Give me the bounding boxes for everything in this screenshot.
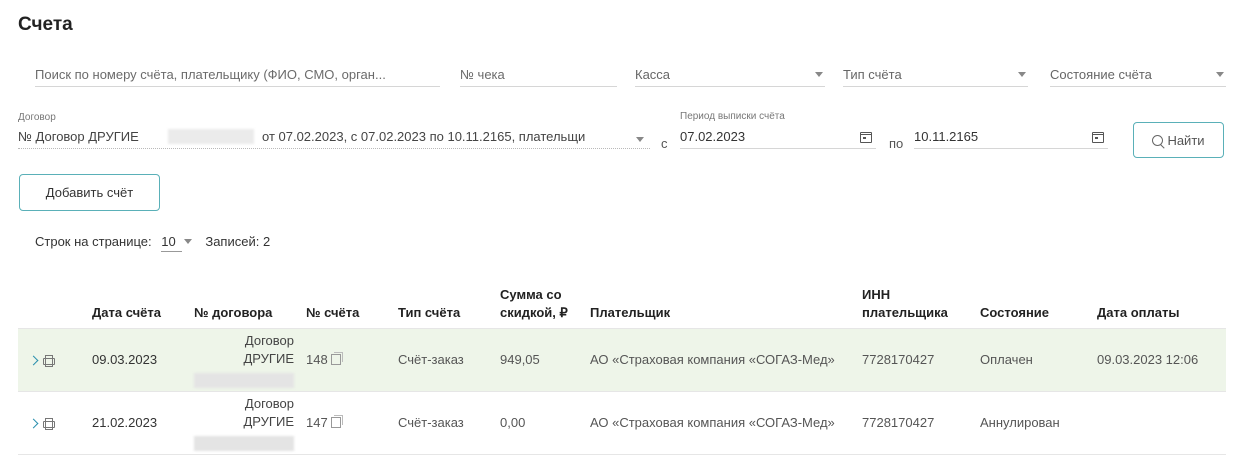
invoice-state: Аннулирован (974, 391, 1091, 455)
column-header[interactable]: Дата оплаты (1091, 276, 1226, 329)
payer-inn: 7728170427 (856, 328, 974, 392)
rows-per-page-select[interactable]: 10 (161, 234, 182, 252)
column-header[interactable]: Дата счёта (86, 276, 188, 329)
invoice-type: Счёт-заказ (392, 391, 494, 455)
date-from-value: 07.02.2023 (680, 129, 746, 144)
invoice-number-cell: 148 (300, 328, 392, 392)
chevron-down-icon (1216, 72, 1224, 77)
records-label: Записей: (205, 234, 260, 249)
search-icon (1152, 134, 1164, 146)
copy-icon[interactable] (330, 352, 343, 365)
records-count: 2 (262, 234, 271, 249)
invoice-number: 147 (306, 415, 328, 430)
from-label: с (661, 136, 668, 151)
cashbox-placeholder: Касса (635, 67, 671, 82)
contract-redacted (194, 373, 294, 388)
chevron-down-icon[interactable] (183, 239, 192, 244)
invoice-date: 09.03.2023 (86, 328, 188, 392)
invoice-number: 148 (306, 352, 328, 367)
chevron-down-icon (636, 137, 644, 142)
invoice-date: 21.02.2023 (86, 391, 188, 455)
find-button-label: Найти (1167, 132, 1205, 148)
contract-value-prefix: № Договор ДРУГИЕ (18, 129, 139, 144)
column-header[interactable]: № договора (188, 276, 300, 329)
paid-date: 09.03.2023 12:06 (1091, 328, 1226, 392)
invoice-number-cell: 147 (300, 391, 392, 455)
payer-inn: 7728170427 (856, 391, 974, 455)
check-number-field[interactable] (460, 64, 617, 87)
copy-icon[interactable] (330, 415, 343, 428)
contract-cell: Договор ДРУГИЕ (188, 328, 300, 392)
expand-chevron-icon[interactable] (28, 418, 39, 429)
table-row[interactable]: 09.03.2023 Договор ДРУГИЕ 148 Счёт-заказ… (18, 328, 1226, 392)
calendar-icon[interactable] (860, 132, 872, 143)
printer-icon[interactable] (43, 418, 55, 431)
find-button[interactable]: Найти (1133, 122, 1224, 158)
contract-line1: Договор (244, 333, 294, 348)
add-invoice-button[interactable]: Добавить счёт (19, 174, 160, 211)
column-header[interactable]: Состояние (974, 276, 1091, 329)
invoice-state: Оплачен (974, 328, 1091, 392)
contract-line2: ДРУГИЕ (243, 351, 294, 366)
contract-value-suffix: от 07.02.2023, с 07.02.2023 по 10.11.216… (262, 129, 586, 144)
check-number-input[interactable] (460, 64, 617, 84)
page-title: Счета (18, 14, 73, 35)
column-header[interactable]: Сумма со скидкой, ₽ (494, 276, 584, 329)
contract-select[interactable]: № Договор ДРУГИЕ от 07.02.2023, с 07.02.… (18, 126, 650, 149)
expand-column-header (18, 276, 86, 329)
expand-chevron-icon[interactable] (28, 355, 39, 366)
invoices-table: Дата счёта № договора № счёта Тип счёта … (18, 276, 1226, 455)
search-input[interactable] (35, 64, 440, 84)
payer: АО «Страховая компания «СОГАЗ-Мед» (584, 328, 856, 392)
date-to-field[interactable]: 10.11.2165 (914, 126, 1108, 149)
date-from-field[interactable]: 07.02.2023 (680, 126, 876, 149)
search-field[interactable] (35, 64, 440, 87)
column-header[interactable]: Плательщик (584, 276, 856, 329)
period-label: Период выписки счёта (680, 111, 785, 122)
printer-icon[interactable] (43, 355, 55, 368)
column-header[interactable]: № счёта (300, 276, 392, 329)
contract-label: Договор (18, 112, 56, 123)
contract-redacted (168, 129, 254, 144)
rows-per-page-label: Строк на странице: (35, 234, 152, 249)
chevron-down-icon (1018, 72, 1026, 77)
invoice-state-placeholder: Состояние счёта (1050, 67, 1152, 82)
invoice-state-select[interactable]: Состояние счёта (1050, 64, 1226, 87)
to-label: по (889, 136, 904, 151)
contract-redacted (194, 436, 294, 451)
invoice-type-select[interactable]: Тип счёта (843, 64, 1028, 87)
payer: АО «Страховая компания «СОГАЗ-Мед» (584, 391, 856, 455)
contract-line1: Договор (244, 396, 294, 411)
table-row[interactable]: 21.02.2023 Договор ДРУГИЕ 147 Счёт-заказ… (18, 391, 1226, 455)
table-header-row: Дата счёта № договора № счёта Тип счёта … (18, 276, 1226, 329)
column-header[interactable]: Тип счёта (392, 276, 494, 329)
invoice-type-placeholder: Тип счёта (843, 67, 902, 82)
contract-cell: Договор ДРУГИЕ (188, 391, 300, 455)
pagination-info: Строк на странице: 10 Записей: 2 (35, 234, 271, 252)
invoice-amount: 0,00 (494, 391, 584, 455)
chevron-down-icon (815, 72, 823, 77)
date-to-value: 10.11.2165 (914, 129, 979, 144)
cashbox-select[interactable]: Касса (635, 64, 825, 87)
contract-line2: ДРУГИЕ (243, 414, 294, 429)
invoice-type: Счёт-заказ (392, 328, 494, 392)
calendar-icon[interactable] (1092, 132, 1104, 143)
invoice-amount: 949,05 (494, 328, 584, 392)
column-header[interactable]: ИНН плательщика (856, 276, 974, 329)
paid-date (1091, 391, 1226, 455)
